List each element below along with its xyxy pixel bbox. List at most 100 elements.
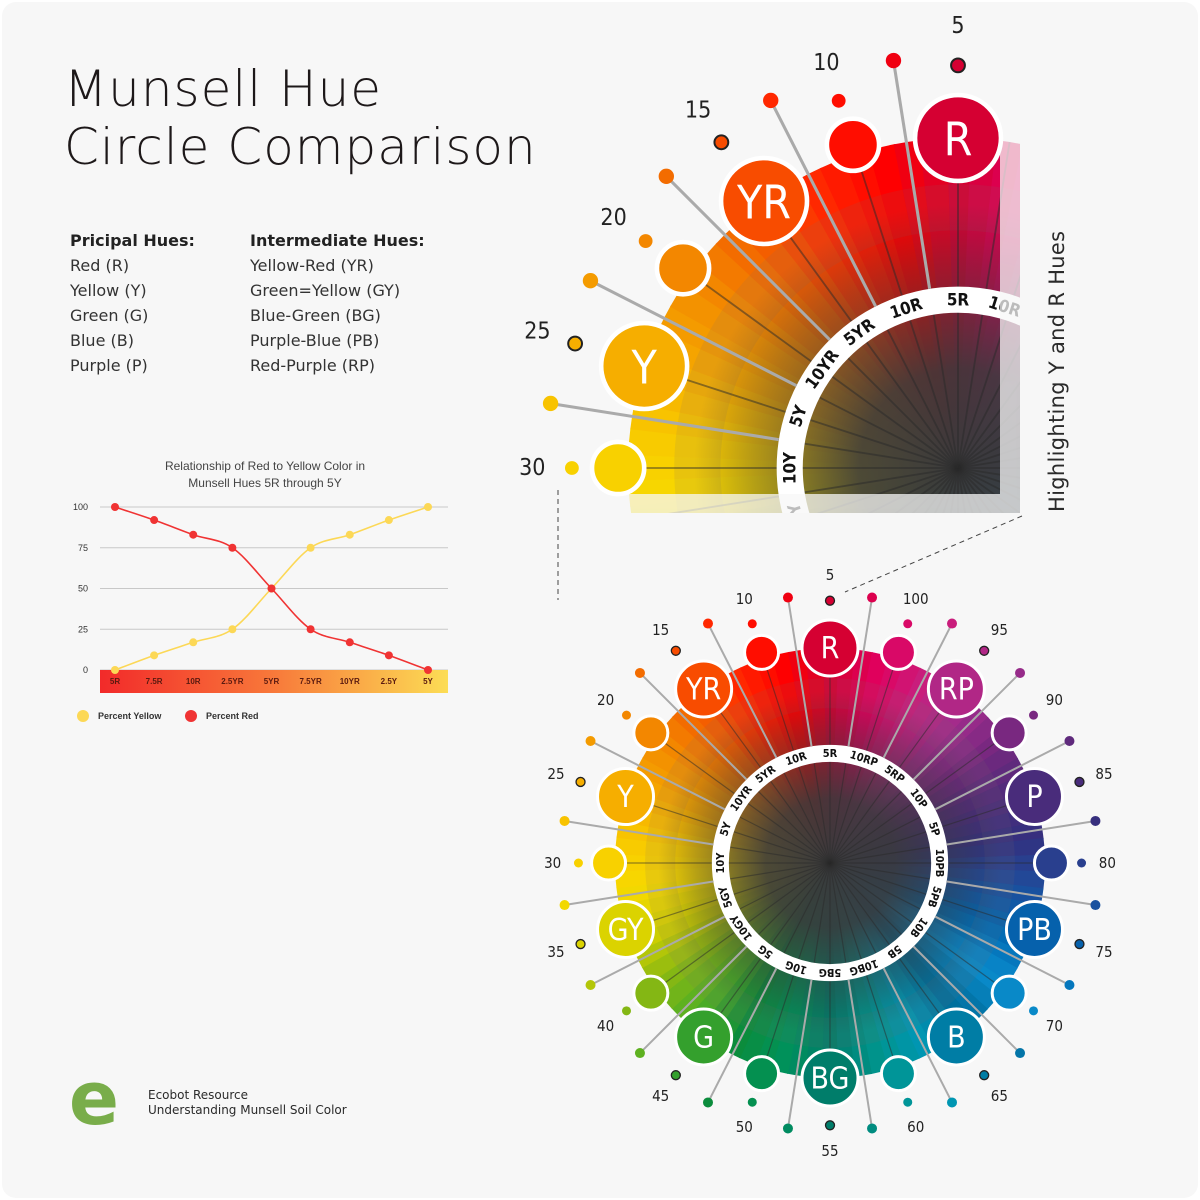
hue-number-label: 30 xyxy=(519,455,545,481)
x-tick-label: 10R xyxy=(186,677,201,686)
hue-sector-band xyxy=(1156,310,1200,353)
hue-sector-band xyxy=(1173,550,1200,588)
hue-sector-band xyxy=(721,599,771,600)
hue-sector-band xyxy=(1187,391,1200,423)
x-tick-label: 2.5YR xyxy=(221,677,243,686)
footer-text: Ecobot Resource Understanding Munsell So… xyxy=(148,1088,347,1118)
wheel-center-shade xyxy=(628,138,1000,494)
side-caption: Highlighting Y and R Hues xyxy=(1045,230,1069,512)
ring-hue-label: 10GY xyxy=(800,542,843,590)
hue-sector-band xyxy=(1119,260,1167,308)
intermediate-hue-circle xyxy=(824,116,882,174)
zoomed-hue-wheel: 5R10RP5RP10P5P10PB5PB10B5B10BG5BG10G5G10… xyxy=(519,13,1200,600)
intermediate-hue-circle xyxy=(654,239,712,297)
hue-number-label: 15 xyxy=(685,97,711,123)
x-tick-label: 5YR xyxy=(264,677,280,686)
hue-sector-band xyxy=(1132,275,1181,322)
hue-sector-band xyxy=(1187,391,1200,423)
hue-stem-dot xyxy=(763,92,779,109)
x-tick-label: 7.5YR xyxy=(300,677,322,686)
hue-sector-band xyxy=(1191,496,1200,525)
hue-sector-band xyxy=(1181,370,1200,405)
hue-stem-dot xyxy=(582,273,599,289)
hue-number-dot xyxy=(638,234,653,248)
ring-hue-label: 5PB xyxy=(1103,501,1132,539)
hue-sector-band xyxy=(1074,220,1117,271)
hue-sector-band xyxy=(1194,477,1200,503)
hue-sector-band xyxy=(1132,275,1181,322)
hue-number-label: 25 xyxy=(524,318,550,344)
hue-sector-band xyxy=(691,549,742,587)
hue-sector-band xyxy=(1156,310,1200,353)
hue-sector-band xyxy=(1180,532,1200,567)
major-hue-label-yr: YR xyxy=(736,176,791,230)
ring-hue-label: 5R xyxy=(947,290,970,310)
hue-sector-band xyxy=(679,513,729,545)
x-tick-label: 7.5R xyxy=(146,677,163,686)
hue-number-label: 5 xyxy=(951,13,964,39)
hue-sector-band xyxy=(1074,220,1117,271)
ecobot-logo-icon: e xyxy=(69,1072,119,1134)
hue-number-label: 10 xyxy=(813,50,839,76)
data-point xyxy=(189,638,198,647)
hue-sector-band xyxy=(700,566,751,600)
hue-number-dot xyxy=(567,335,584,352)
ring-hue-label: 10PB xyxy=(1116,446,1136,490)
hue-stem-dot xyxy=(542,395,559,412)
y-tick-label: 0 xyxy=(83,665,88,675)
legend-label-red: Percent Red xyxy=(206,711,259,721)
hue-sector-band xyxy=(1165,329,1200,369)
hue-sector-band xyxy=(1194,435,1200,460)
hue-sector-band xyxy=(1186,514,1200,546)
hue-sector-band xyxy=(1105,245,1152,294)
hue-sector-band xyxy=(1195,457,1200,481)
ring-hue-label: 5B xyxy=(1042,590,1072,600)
hue-number-dot xyxy=(950,57,966,74)
x-tick-label: 5Y xyxy=(423,677,433,686)
major-hue-label-r: R xyxy=(944,113,973,167)
hue-sector-band xyxy=(1174,349,1200,387)
hue-number-dot xyxy=(713,134,730,151)
hue-sector-band xyxy=(679,513,729,545)
hue-number-label: 20 xyxy=(600,205,626,231)
hue-sector-band xyxy=(1191,496,1200,525)
legend-marker-red xyxy=(185,710,197,722)
ring-hue-label: 10B xyxy=(1076,548,1111,586)
ring-hue-label: 10P xyxy=(1077,350,1112,388)
hue-sector-band xyxy=(1105,245,1152,294)
hue-sector-band xyxy=(1174,349,1200,387)
x-tick-label: 5R xyxy=(110,677,120,686)
hue-sector-band xyxy=(684,531,735,566)
ring-hue-label: 5B xyxy=(1042,590,1072,600)
data-point xyxy=(111,666,119,674)
hue-sector-band xyxy=(684,531,735,566)
legend-marker-yellow xyxy=(77,710,89,722)
data-point xyxy=(228,625,237,634)
hue-sector-band xyxy=(721,599,771,600)
hue-sector-band xyxy=(1145,292,1195,337)
hue-sector-band xyxy=(1155,584,1200,600)
hue-sector-band xyxy=(1186,514,1200,546)
major-hue-label-y: Y xyxy=(631,341,658,395)
hue-sector-band xyxy=(710,583,761,600)
data-point xyxy=(150,651,159,660)
data-point xyxy=(424,666,432,674)
hue-sector-band xyxy=(1165,329,1200,369)
hue-number-dot xyxy=(831,93,846,108)
hue-sector-band xyxy=(1173,550,1200,588)
ring-hue-label: 5PB xyxy=(1103,501,1132,539)
data-point xyxy=(384,651,393,660)
ring-hue-label: 5P xyxy=(1105,403,1131,430)
ring-hue-label: 10GY xyxy=(800,542,843,590)
hue-number-dot xyxy=(564,461,579,475)
hue-sector-band xyxy=(1191,413,1200,442)
connector-dashed-diagonal xyxy=(844,515,1023,593)
hue-sector-band xyxy=(1090,232,1135,282)
ring-hue-label: 5P xyxy=(1105,403,1131,430)
chart-legend: Percent Yellow Percent Red xyxy=(77,710,259,722)
hue-sector-band xyxy=(1145,292,1195,337)
hue-sector-band xyxy=(1165,567,1200,600)
hue-sector-band xyxy=(1165,567,1200,600)
x-tick-label: 2.5Y xyxy=(381,677,398,686)
hue-sector-band xyxy=(1180,532,1200,567)
